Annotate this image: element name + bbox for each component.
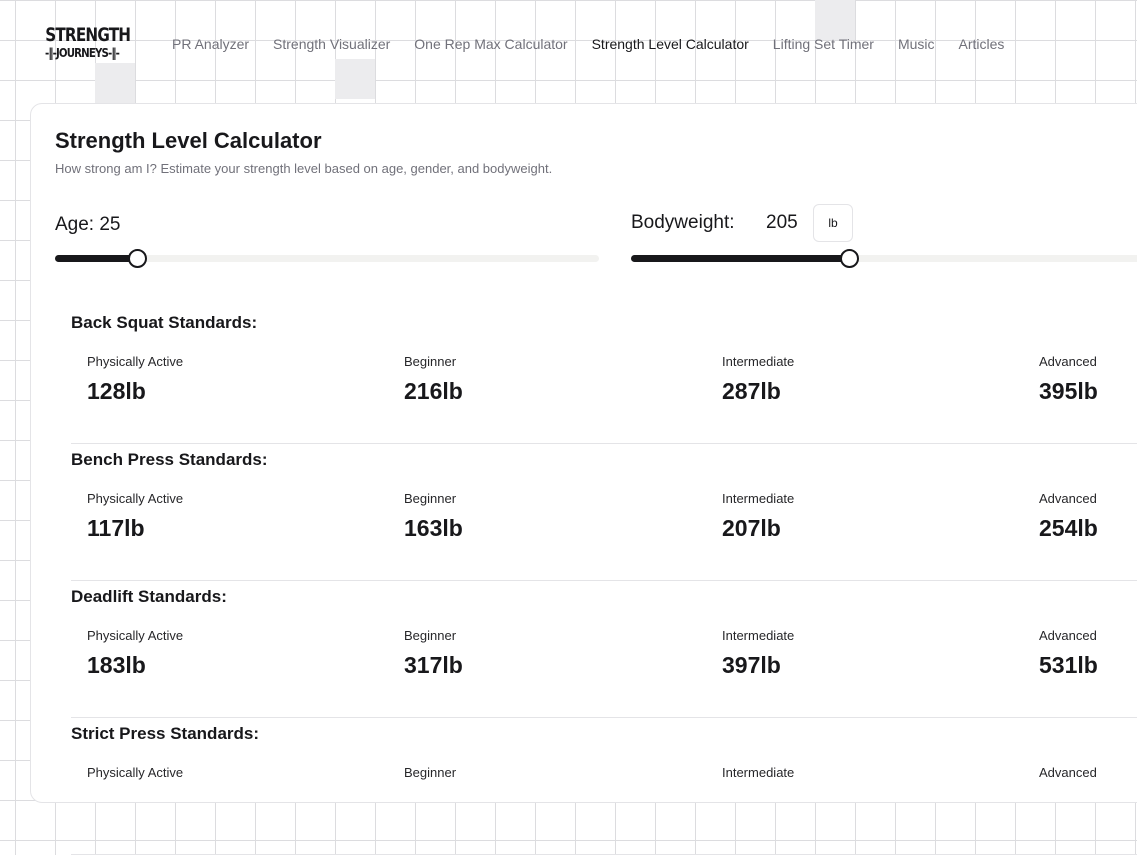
level-label: Intermediate [722, 491, 795, 506]
standard-level: Beginner 216lb [404, 354, 463, 405]
standard-level: Advanced 254lb [1039, 491, 1098, 542]
level-label: Physically Active [87, 628, 184, 643]
standard-level: Beginner 163lb [404, 491, 463, 542]
nav-music[interactable]: Music [898, 36, 935, 52]
unit-toggle-button[interactable]: lb [813, 204, 853, 242]
nav-set-timer[interactable]: Lifting Set Timer [773, 36, 874, 52]
standards-section: Bench Press Standards: Physically Active… [71, 444, 1137, 581]
level-value: 183lb [87, 652, 146, 678]
level-value: 216lb [404, 378, 463, 404]
level-value: 397lb [722, 652, 781, 678]
standard-level: Intermediate 207lb [722, 491, 794, 542]
logo-text: STRENGTH [45, 24, 131, 46]
site-header: STRENGTH -‖-JOURNEYS-‖- PR Analyzer Stre… [0, 0, 1137, 90]
level-value: 128lb [87, 378, 146, 404]
level-label: Intermediate [722, 765, 795, 780]
age-slider[interactable] [55, 249, 599, 268]
standard-level: Beginner 317lb [404, 628, 463, 679]
main-nav: PR Analyzer Strength Visualizer One Rep … [172, 36, 1004, 52]
level-label: Physically Active [87, 765, 184, 780]
bodyweight-value: 205 [766, 212, 798, 233]
standards-section: Deadlift Standards: Physically Active 18… [71, 581, 1137, 718]
level-value: 287lb [722, 378, 781, 404]
section-title: Back Squat Standards: [71, 313, 258, 332]
nav-articles[interactable]: Articles [959, 36, 1005, 52]
level-value: 531lb [1039, 652, 1098, 678]
level-value: 207lb [722, 515, 781, 541]
standard-level: Physically Active [87, 765, 183, 789]
level-label: Beginner [404, 491, 457, 506]
level-label: Beginner [404, 628, 457, 643]
standards-section: Strict Press Standards: Physically Activ… [71, 718, 1137, 855]
logo[interactable]: STRENGTH -‖-JOURNEYS-‖- [36, 24, 131, 60]
page-subtitle: How strong am I? Estimate your strength … [55, 161, 553, 176]
standard-level: Advanced 395lb [1039, 354, 1098, 405]
standards-section: Back Squat Standards: Physically Active … [71, 307, 1137, 444]
level-label: Physically Active [87, 354, 184, 369]
age-label: Age: 25 [55, 214, 121, 235]
level-label: Advanced [1039, 491, 1097, 506]
bodyweight-slider-thumb[interactable] [840, 249, 859, 268]
level-value: 395lb [1039, 378, 1098, 404]
logo-subtext: -‖-JOURNEYS-‖- [44, 46, 120, 60]
standard-level: Advanced [1039, 765, 1097, 789]
standard-level: Advanced 531lb [1039, 628, 1098, 679]
level-label: Advanced [1039, 354, 1097, 369]
standard-level: Intermediate 287lb [722, 354, 794, 405]
age-slider-fill [55, 255, 137, 262]
nav-pr-analyzer[interactable]: PR Analyzer [172, 36, 249, 52]
level-label: Intermediate [722, 628, 795, 643]
level-value: 163lb [404, 515, 463, 541]
standard-level: Physically Active 117lb [87, 491, 183, 542]
level-label: Intermediate [722, 354, 795, 369]
bodyweight-slider-fill [631, 255, 849, 262]
calculator-card: Strength Level Calculator How strong am … [30, 103, 1137, 855]
level-label: Advanced [1039, 765, 1097, 780]
nav-one-rep-max[interactable]: One Rep Max Calculator [414, 36, 567, 52]
standard-level: Beginner [404, 765, 456, 789]
age-slider-thumb[interactable] [127, 249, 147, 268]
level-value: 254lb [1039, 515, 1098, 541]
level-label: Physically Active [87, 491, 184, 506]
level-label: Beginner [404, 354, 457, 369]
section-title: Strict Press Standards: [71, 724, 260, 743]
bodyweight-slider[interactable] [631, 249, 1137, 268]
level-label: Beginner [404, 765, 457, 780]
page-title: Strength Level Calculator [55, 128, 322, 153]
level-label: Advanced [1039, 628, 1097, 643]
section-title: Bench Press Standards: [71, 450, 268, 469]
level-value: 317lb [404, 652, 463, 678]
standard-level: Intermediate [722, 765, 794, 789]
standard-level: Intermediate 397lb [722, 628, 794, 679]
nav-strength-visualizer[interactable]: Strength Visualizer [273, 36, 390, 52]
standard-level: Physically Active 128lb [87, 354, 183, 405]
section-title: Deadlift Standards: [71, 587, 227, 606]
nav-strength-level[interactable]: Strength Level Calculator [592, 36, 749, 52]
level-value: 117lb [87, 515, 145, 541]
standard-level: Physically Active 183lb [87, 628, 183, 679]
bodyweight-label: Bodyweight: [631, 212, 735, 233]
